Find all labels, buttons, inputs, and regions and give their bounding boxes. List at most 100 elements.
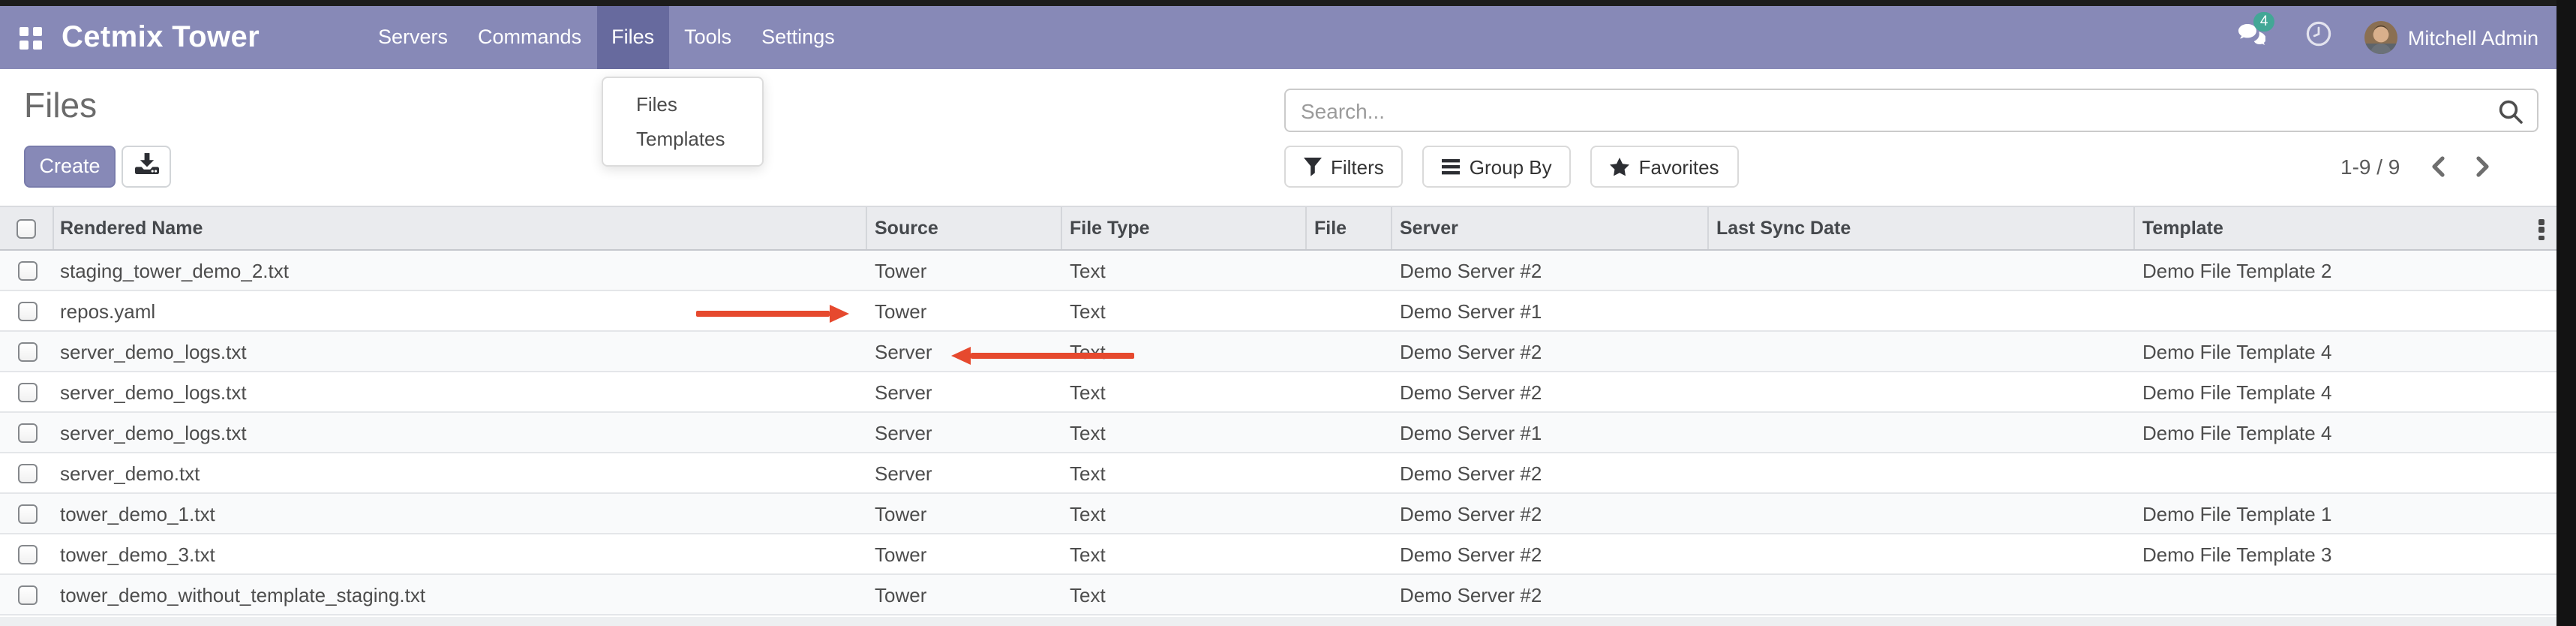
- activities-menu[interactable]: [2306, 21, 2331, 54]
- filter-icon: [1304, 157, 1322, 176]
- dropdown-item-files[interactable]: Files: [603, 87, 762, 122]
- row-checkbox[interactable]: [17, 504, 37, 523]
- cell-rendered-name: server_demo_logs.txt: [54, 421, 867, 444]
- apps-grid-icon[interactable]: [20, 27, 42, 50]
- cell-file-type: Text: [1062, 299, 1307, 322]
- cell-server: Demo Server #2: [1392, 502, 1709, 525]
- search-input[interactable]: [1286, 90, 2537, 131]
- clock-icon: [2306, 27, 2331, 53]
- column-header-template[interactable]: Template: [2135, 207, 2556, 249]
- row-select-cell[interactable]: [0, 382, 54, 402]
- pager-previous-button[interactable]: [2430, 156, 2445, 177]
- column-header-file-type[interactable]: File Type: [1062, 207, 1307, 249]
- table-row[interactable]: tower_demo_without_template_staging.txtT…: [0, 575, 2556, 615]
- cell-server: Demo Server #2: [1392, 462, 1709, 484]
- messages-count-badge: 4: [2253, 11, 2275, 31]
- table-row[interactable]: server_demo_logs.txtServerTextDemo Serve…: [0, 372, 2556, 413]
- table-row[interactable]: tower_demo_1.txtTowerTextDemo Server #2D…: [0, 494, 2556, 534]
- odoo-app: Cetmix Tower ServersCommandsFilesToolsSe…: [0, 6, 2556, 626]
- table-row[interactable]: tower_demo_3.txtTowerTextDemo Server #2D…: [0, 534, 2556, 575]
- cell-server: Demo Server #2: [1392, 340, 1709, 363]
- favorites-button[interactable]: Favorites: [1591, 146, 1739, 188]
- row-select-cell[interactable]: [0, 504, 54, 523]
- row-select-cell[interactable]: [0, 301, 54, 321]
- nav-item-files[interactable]: Files: [596, 6, 669, 69]
- nav-item-servers[interactable]: Servers: [363, 6, 463, 69]
- nav-item-tools[interactable]: Tools: [669, 6, 746, 69]
- cell-rendered-name: tower_demo_without_template_staging.txt: [54, 583, 867, 606]
- row-checkbox[interactable]: [17, 423, 37, 442]
- table-row[interactable]: server_demo_logs.txtServerTextDemo Serve…: [0, 413, 2556, 453]
- optional-columns-icon[interactable]: [2534, 219, 2549, 240]
- table-row[interactable]: server_demo.txtServerText Demo Server #2: [0, 453, 2556, 494]
- import-button[interactable]: [122, 146, 171, 188]
- search-icon[interactable]: [2498, 99, 2523, 132]
- nav-item-commands[interactable]: Commands: [463, 6, 596, 69]
- files-dropdown: FilesTemplates: [602, 77, 764, 167]
- cell-rendered-name: server_demo_logs.txt: [54, 340, 867, 363]
- pager-next-button[interactable]: [2475, 156, 2490, 177]
- column-header-server[interactable]: Server: [1392, 207, 1709, 249]
- row-checkbox[interactable]: [17, 382, 37, 402]
- column-header-source[interactable]: Source: [867, 207, 1062, 249]
- column-header-file[interactable]: File: [1307, 207, 1392, 249]
- row-select-cell[interactable]: [0, 342, 54, 361]
- cell-rendered-name: tower_demo_1.txt: [54, 502, 867, 525]
- cell-source: Tower: [867, 583, 1062, 606]
- top-navbar: Cetmix Tower ServersCommandsFilesToolsSe…: [0, 6, 2556, 69]
- table-header: Rendered Name Source File Type File Serv…: [0, 206, 2556, 251]
- row-checkbox[interactable]: [17, 342, 37, 361]
- row-select-cell[interactable]: [0, 585, 54, 604]
- page-background-below-table: [0, 617, 2556, 626]
- nav-item-settings[interactable]: Settings: [746, 6, 850, 69]
- cell-template: Demo File Template 2: [2135, 259, 2556, 281]
- cell-file-type: Text: [1062, 502, 1307, 525]
- user-menu[interactable]: Mitchell Admin: [2408, 26, 2538, 49]
- search-options: Filters Group By Favorites: [1284, 146, 1758, 188]
- pager: 1-9 / 9: [2340, 146, 2490, 188]
- cell-template: Demo File Template 4: [2135, 340, 2556, 363]
- dropdown-item-templates[interactable]: Templates: [603, 122, 762, 156]
- download-icon: [134, 152, 158, 181]
- row-checkbox[interactable]: [17, 585, 37, 604]
- cell-server: Demo Server #1: [1392, 299, 1709, 322]
- row-checkbox[interactable]: [17, 463, 37, 483]
- column-header-last-sync-date[interactable]: Last Sync Date: [1709, 207, 2135, 249]
- create-button[interactable]: Create: [24, 146, 116, 188]
- page-title: Files: [24, 86, 97, 126]
- row-select-cell[interactable]: [0, 544, 54, 564]
- chevron-left-icon: [2430, 156, 2445, 177]
- cell-rendered-name: server_demo_logs.txt: [54, 381, 867, 403]
- row-checkbox[interactable]: [17, 260, 37, 280]
- cell-source: Server: [867, 462, 1062, 484]
- select-all-checkbox[interactable]: [17, 218, 36, 238]
- pager-range[interactable]: 1-9 / 9: [2340, 155, 2400, 179]
- cell-template: Demo File Template 4: [2135, 381, 2556, 403]
- cell-server: Demo Server #2: [1392, 381, 1709, 403]
- group-by-button[interactable]: Group By: [1423, 146, 1572, 188]
- cell-server: Demo Server #2: [1392, 583, 1709, 606]
- user-avatar[interactable]: [2364, 21, 2397, 54]
- column-header-rendered-name[interactable]: Rendered Name: [54, 207, 867, 249]
- filters-button[interactable]: Filters: [1284, 146, 1404, 188]
- cell-file-type: Text: [1062, 543, 1307, 565]
- app-brand[interactable]: Cetmix Tower: [62, 6, 260, 69]
- chevron-right-icon: [2475, 156, 2490, 177]
- row-select-cell[interactable]: [0, 260, 54, 280]
- row-select-cell[interactable]: [0, 423, 54, 442]
- table-row[interactable]: server_demo_logs.txtServerTextDemo Serve…: [0, 332, 2556, 372]
- annotation-arrow-left: [951, 347, 1134, 365]
- cell-file-type: Text: [1062, 462, 1307, 484]
- cell-rendered-name: server_demo.txt: [54, 462, 867, 484]
- messages-menu[interactable]: 4: [2237, 22, 2265, 53]
- star-icon: [1611, 157, 1630, 176]
- row-checkbox[interactable]: [17, 544, 37, 564]
- table-row[interactable]: repos.yamlTowerTextDemo Server #1: [0, 291, 2556, 332]
- table-body: staging_tower_demo_2.txtTowerTextDemo Se…: [0, 251, 2556, 615]
- cell-template: Demo File Template 4: [2135, 421, 2556, 444]
- row-select-cell[interactable]: [0, 463, 54, 483]
- row-checkbox[interactable]: [17, 301, 37, 321]
- table-row[interactable]: staging_tower_demo_2.txtTowerTextDemo Se…: [0, 251, 2556, 291]
- select-all-cell[interactable]: [0, 207, 54, 249]
- cell-source: Server: [867, 381, 1062, 403]
